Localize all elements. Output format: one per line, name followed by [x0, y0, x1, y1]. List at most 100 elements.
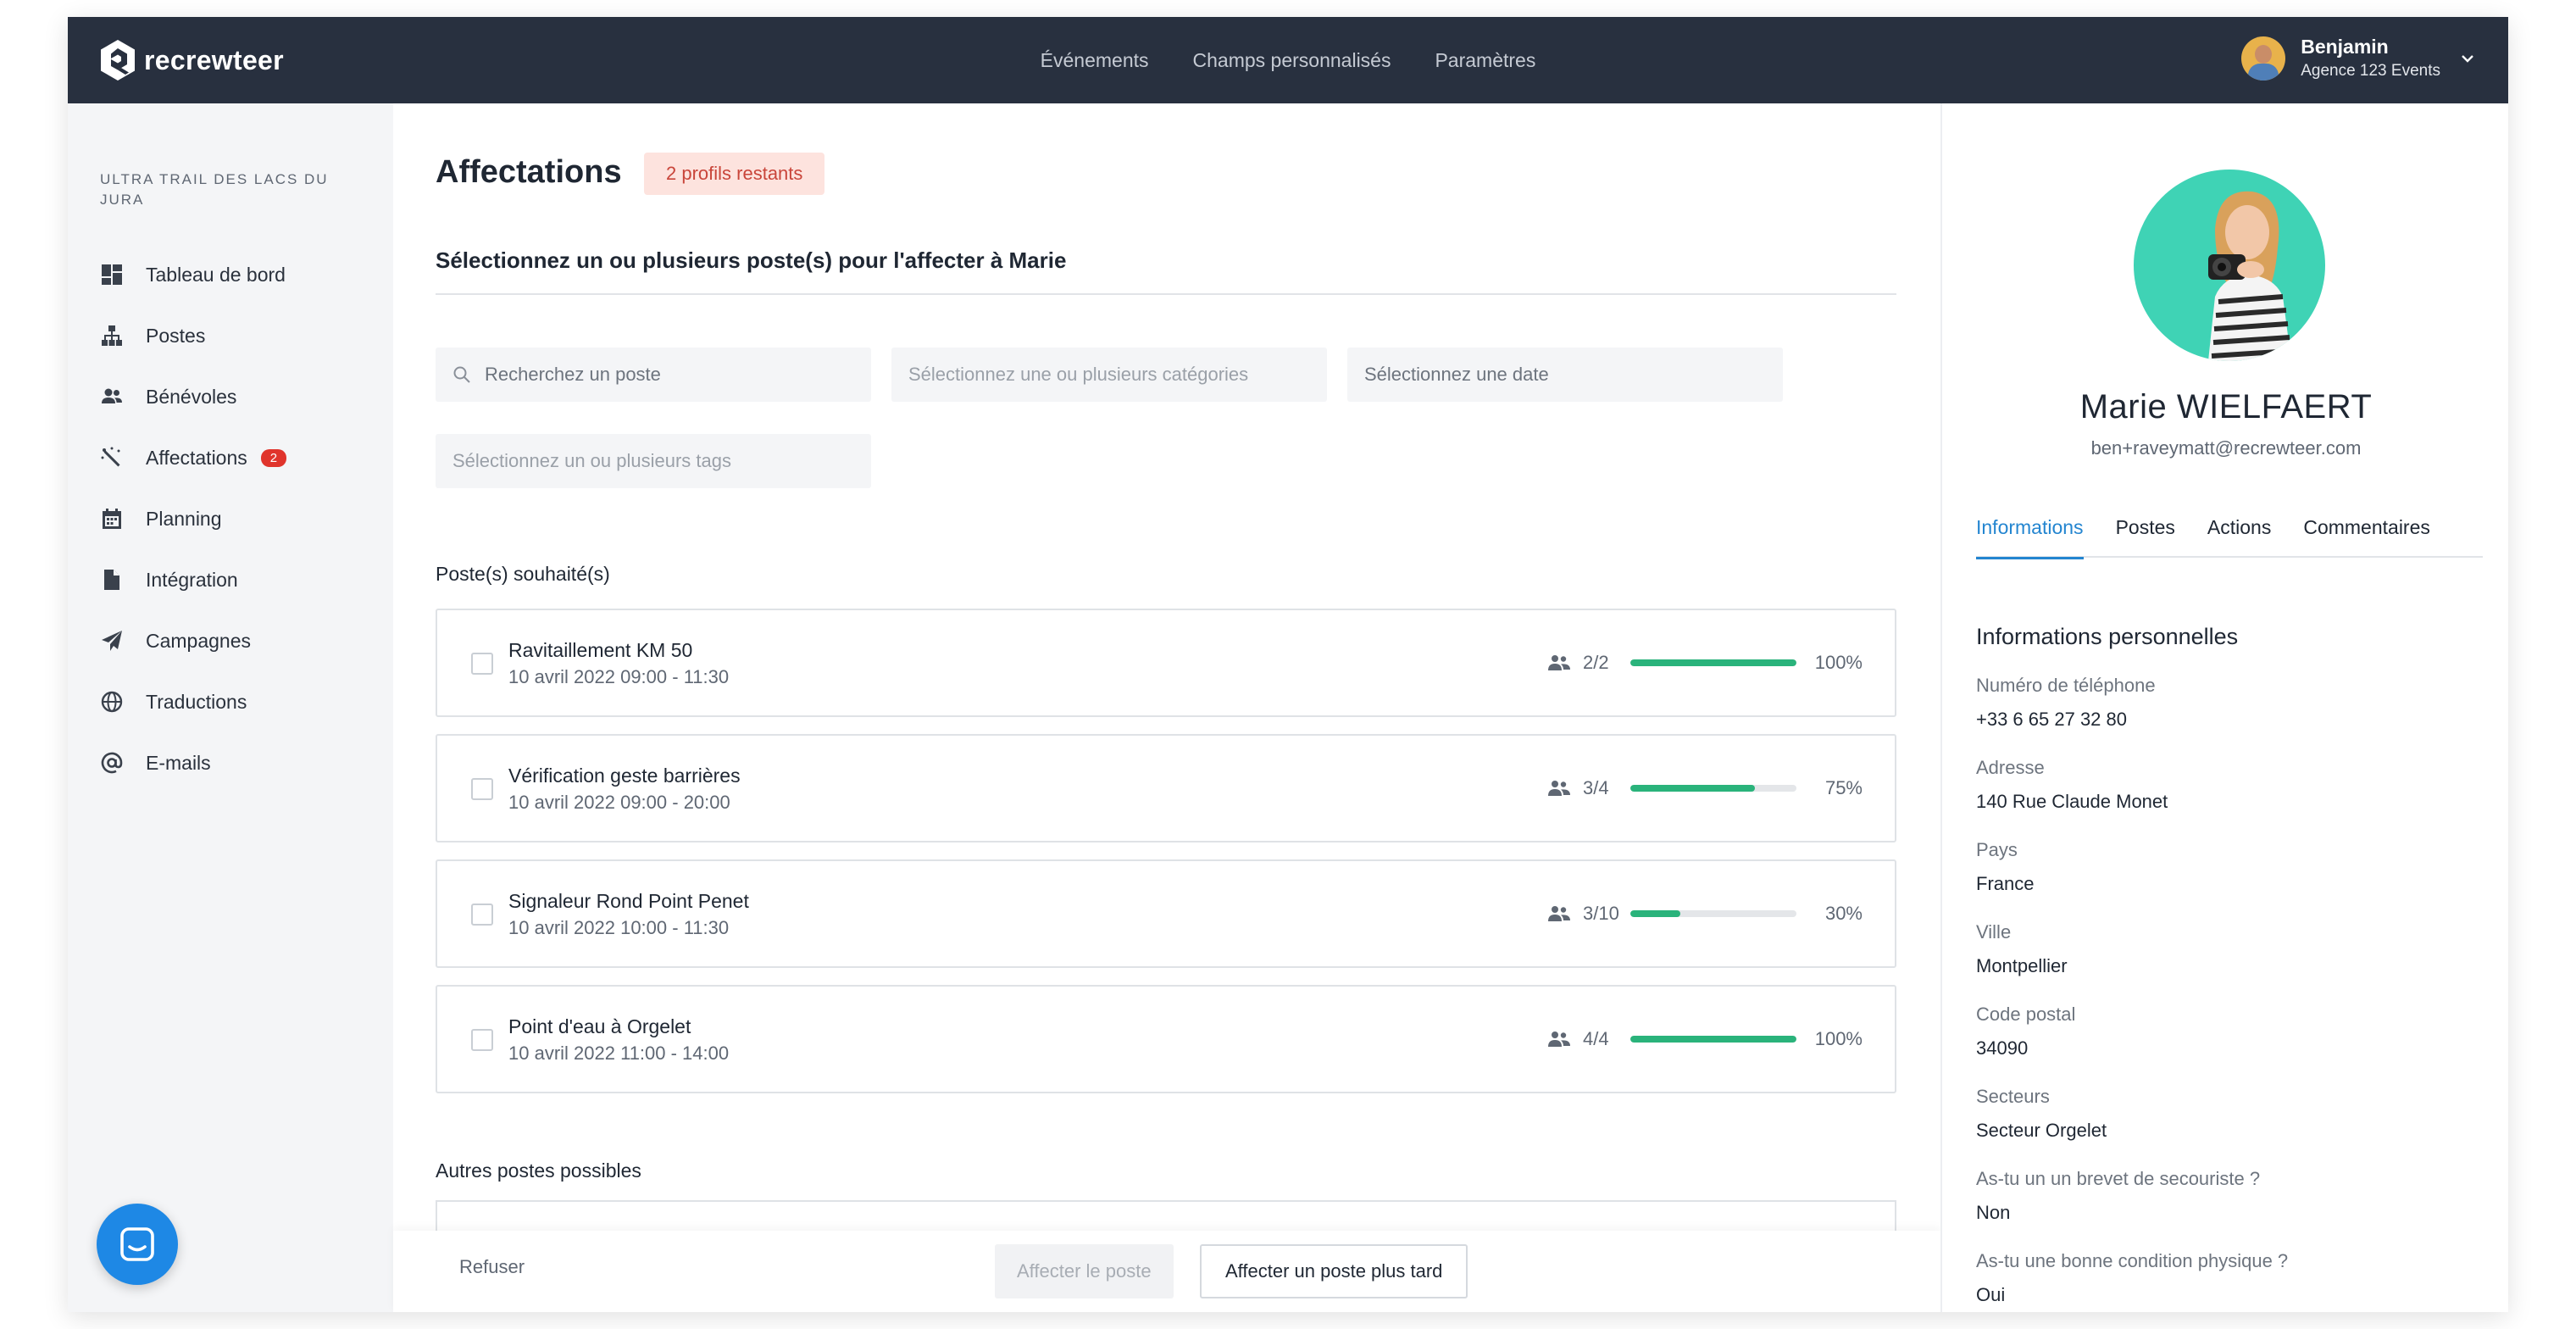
sidebar-item-label: Affectations	[146, 446, 247, 469]
progress-fill	[1630, 910, 1680, 917]
post-name: Vérification geste barrières	[508, 765, 741, 787]
user-company: Agence 123 Events	[2301, 62, 2440, 80]
post-percent: 30%	[1824, 903, 1863, 924]
users-icon	[102, 388, 122, 403]
users-icon	[1548, 781, 1570, 796]
post-card[interactable]: Signaleur Rond Point Penet 10 avril 2022 …	[436, 859, 1896, 968]
sitemap-icon	[102, 325, 122, 346]
tab-postes[interactable]: Postes	[2116, 510, 2175, 558]
post-date: 10 avril 2022 09:00 - 11:30	[508, 666, 730, 687]
chat-icon	[120, 1227, 154, 1261]
magic-wand-icon	[101, 447, 120, 467]
volunteer-profile-panel: Marie WIELFAERT ben+raveymatt@recrewteer…	[1940, 103, 2508, 1312]
user-name: Benjamin	[2301, 36, 2389, 58]
info-row: As-tu une bonne condition physique ? Oui	[1976, 1250, 2288, 1312]
dashboard-icon	[102, 264, 122, 285]
info-row: Pays France	[1976, 839, 2288, 921]
chevron-down-icon[interactable]	[2459, 50, 2476, 67]
assignment-subtitle: Sélectionnez un ou plusieurs poste(s) po…	[436, 247, 1067, 273]
date-placeholder: Sélectionnez une date	[1364, 364, 1549, 385]
sidebar-item-label: E-mails	[146, 751, 211, 774]
info-row: Ville Montpellier	[1976, 921, 2288, 1004]
info-label: Ville	[1976, 921, 2012, 943]
tab-actions[interactable]: Actions	[2207, 510, 2271, 558]
sidebar: ULTRA TRAIL DES LACS DU JURA Tableau de …	[68, 103, 393, 1312]
at-icon	[101, 752, 123, 774]
logo[interactable]: recrewteer	[98, 37, 284, 83]
sidebar-item-emails[interactable]: E-mails	[100, 732, 286, 793]
post-progress-bar	[1630, 659, 1796, 666]
info-value: Montpellier	[1976, 955, 2068, 976]
app-window: recrewteer Événements Champs personnalis…	[68, 17, 2508, 1312]
divider	[436, 293, 1896, 295]
info-row: Numéro de téléphone +33 6 65 27 32 80	[1976, 675, 2288, 757]
assign-later-button[interactable]: Affecter un poste plus tard	[1200, 1244, 1468, 1298]
info-value: 140 Rue Claude Monet	[1976, 791, 2168, 812]
progress-fill	[1630, 1036, 1796, 1043]
post-card[interactable]: Vérification geste barrières 10 avril 202…	[436, 734, 1896, 842]
sidebar-item-dashboard[interactable]: Tableau de bord	[100, 244, 286, 305]
sidebar-item-label: Postes	[146, 324, 206, 347]
info-row: Adresse 140 Rue Claude Monet	[1976, 757, 2288, 839]
users-icon	[1548, 906, 1570, 921]
paper-plane-icon	[102, 631, 122, 651]
sidebar-item-label: Planning	[146, 507, 222, 530]
assign-post-button[interactable]: Affecter le poste	[995, 1244, 1174, 1298]
date-select[interactable]: Sélectionnez une date	[1347, 348, 1783, 402]
sidebar-item-benevoles[interactable]: Bénévoles	[100, 366, 286, 427]
post-card[interactable]: Ravitaillement KM 50 10 avril 2022 09:00 …	[436, 609, 1896, 717]
sidebar-item-label: Campagnes	[146, 629, 252, 652]
person-photo-illustration	[2208, 191, 2292, 361]
globe-icon	[101, 691, 123, 713]
volunteer-name: Marie WIELFAERT	[2079, 388, 2373, 425]
tab-commentaires[interactable]: Commentaires	[2303, 510, 2430, 558]
sidebar-item-label: Bénévoles	[146, 385, 237, 408]
post-checkbox[interactable]	[471, 653, 493, 675]
post-progress-bar	[1630, 785, 1796, 792]
post-count: 4/4	[1583, 1028, 1609, 1049]
personal-info-list: Numéro de téléphone +33 6 65 27 32 80 Adre…	[1976, 675, 2288, 1312]
topnav-settings[interactable]: Paramètres	[1435, 49, 1535, 72]
post-date: 10 avril 2022 10:00 - 11:30	[508, 917, 730, 938]
affectations-count-badge: 2	[260, 448, 287, 467]
tab-informations[interactable]: Informations	[1976, 510, 2084, 559]
profile-tabs: Informations Postes Actions Commentaires	[1976, 510, 2483, 559]
info-row: As-tu un un brevet de secouriste ? Non	[1976, 1168, 2288, 1250]
page-title: Affectations	[436, 154, 622, 190]
post-staffing: 3/4 75%	[1547, 773, 1863, 804]
categories-select[interactable]: Sélectionnez une ou plusieurs catégories	[891, 348, 1327, 402]
refuse-button[interactable]: Refuser	[459, 1256, 525, 1278]
post-checkbox[interactable]	[471, 778, 493, 800]
recrewteer-logo-icon	[101, 40, 135, 81]
post-percent: 75%	[1824, 777, 1863, 798]
post-checkbox[interactable]	[471, 904, 493, 926]
search-post-input[interactable]: Recherchez un poste	[436, 348, 871, 402]
sidebar-item-planning[interactable]: Planning	[100, 488, 286, 549]
post-percent: 100%	[1814, 1028, 1863, 1049]
post-checkbox[interactable]	[471, 1029, 493, 1051]
sidebar-item-traductions[interactable]: Traductions	[100, 671, 286, 732]
document-icon	[104, 570, 119, 590]
chat-launcher-button[interactable]	[97, 1204, 178, 1285]
sidebar-item-affectations[interactable]: Affectations 2	[100, 427, 287, 488]
post-name: Point d'eau à Orgelet	[508, 1015, 691, 1037]
sidebar-item-postes[interactable]: Postes	[100, 305, 286, 366]
tags-placeholder: Sélectionnez un ou plusieurs tags	[452, 450, 731, 471]
user-avatar	[2241, 36, 2286, 81]
sidebar-item-label: Tableau de bord	[146, 263, 286, 286]
wished-posts-label: Poste(s) souhaité(s)	[436, 563, 610, 585]
info-label: Secteurs	[1976, 1086, 2050, 1107]
sidebar-item-integration[interactable]: Intégration	[100, 549, 286, 610]
remaining-profiles-badge: 2 profils restants	[644, 153, 825, 195]
search-icon	[453, 366, 470, 383]
user-menu[interactable]: Benjamin Agence 123 Events	[2241, 36, 2476, 81]
post-date: 10 avril 2022 11:00 - 14:00	[508, 1043, 730, 1064]
users-icon	[1548, 1032, 1570, 1047]
post-name: Ravitaillement KM 50	[508, 639, 693, 661]
topnav-custom-fields[interactable]: Champs personnalisés	[1193, 49, 1391, 72]
post-staffing: 4/4 100%	[1547, 1024, 1863, 1054]
post-card[interactable]: Point d'eau à Orgelet 10 avril 2022 11:00…	[436, 985, 1896, 1093]
tags-select[interactable]: Sélectionnez un ou plusieurs tags	[436, 434, 871, 488]
sidebar-item-campagnes[interactable]: Campagnes	[100, 610, 286, 671]
topnav-events[interactable]: Événements	[1041, 49, 1149, 72]
